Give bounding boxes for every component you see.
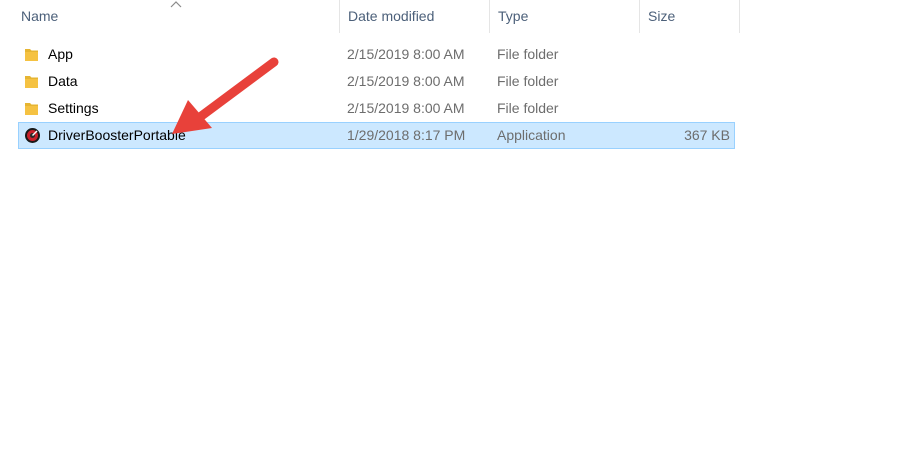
file-name: Data	[48, 73, 78, 89]
file-row-app[interactable]: App 2/15/2019 8:00 AM File folder	[18, 41, 735, 68]
column-header-date-modified[interactable]: Date modified	[340, 0, 490, 33]
column-header-type[interactable]: Type	[490, 0, 640, 33]
file-date-modified: 1/29/2018 8:17 PM	[347, 127, 466, 143]
file-type: File folder	[497, 100, 559, 116]
file-type: File folder	[497, 73, 559, 89]
file-type: Application	[497, 127, 566, 143]
file-explorer-view: Name Date modified Type Size App 2/15/20…	[0, 0, 924, 451]
chevron-up-icon	[170, 1, 182, 8]
file-date-modified: 2/15/2019 8:00 AM	[347, 73, 465, 89]
file-date-modified: 2/15/2019 8:00 AM	[347, 100, 465, 116]
file-type: File folder	[497, 46, 559, 62]
file-row-driverboosterportable[interactable]: DriverBoosterPortable 1/29/2018 8:17 PM …	[18, 122, 735, 149]
column-header-size[interactable]: Size	[640, 0, 740, 33]
file-row-data[interactable]: Data 2/15/2019 8:00 AM File folder	[18, 68, 735, 95]
column-header-row: Name Date modified Type Size	[0, 0, 740, 33]
folder-icon	[25, 49, 38, 61]
file-date-modified: 2/15/2019 8:00 AM	[347, 46, 465, 62]
file-row-settings[interactable]: Settings 2/15/2019 8:00 AM File folder	[18, 95, 735, 122]
folder-icon	[25, 103, 38, 115]
folder-icon	[25, 76, 38, 88]
file-name: App	[48, 46, 73, 62]
file-size: 367 KB	[684, 127, 730, 143]
file-name: Settings	[48, 100, 99, 116]
driver-booster-app-icon	[25, 128, 40, 143]
file-name: DriverBoosterPortable	[48, 127, 186, 143]
